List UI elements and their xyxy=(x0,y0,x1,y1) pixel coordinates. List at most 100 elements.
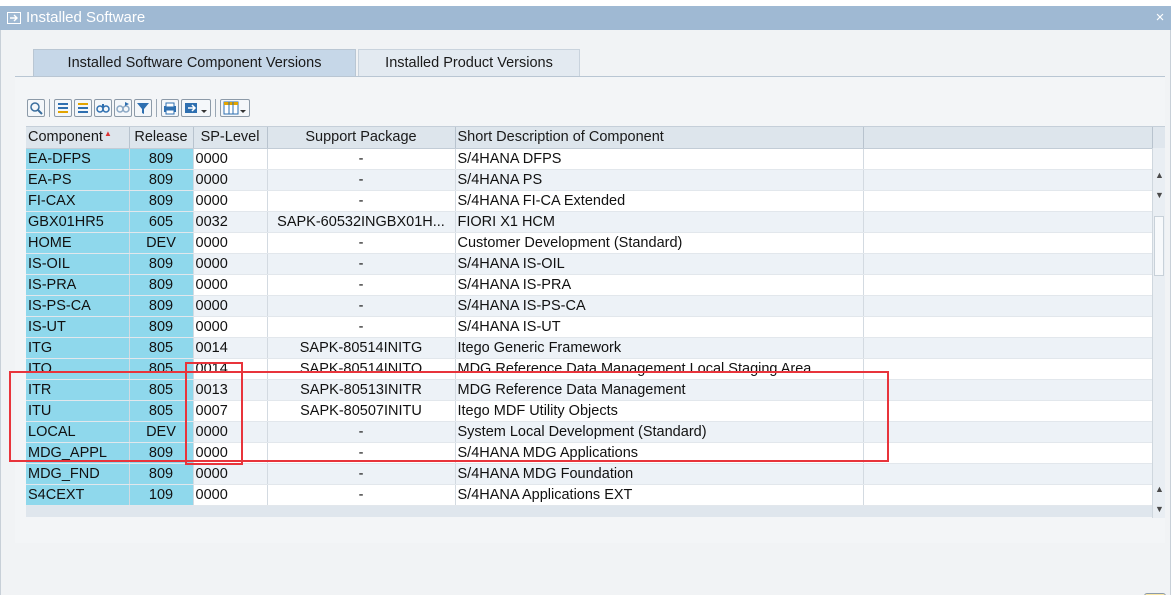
cell-release[interactable]: 809 xyxy=(129,442,194,464)
cell-support-package[interactable]: SAPK-60532INGBX01H... xyxy=(267,211,456,233)
cell-sp-level[interactable]: 0013 xyxy=(193,379,268,401)
cell-sp-level[interactable]: 0000 xyxy=(193,316,268,338)
cell-description[interactable]: S/4HANA FI-CA Extended xyxy=(455,190,864,212)
cell-description[interactable]: S/4HANA IS-PS-CA xyxy=(455,295,864,317)
cell-empty[interactable] xyxy=(863,211,1153,233)
cell-release[interactable]: 809 xyxy=(129,253,194,275)
cell-component[interactable]: FI-CAX xyxy=(26,190,130,212)
cell-release[interactable]: 809 xyxy=(129,316,194,338)
cell-sp-level[interactable]: 0000 xyxy=(193,484,268,506)
filter-icon[interactable] xyxy=(134,99,152,117)
find-next-icon[interactable] xyxy=(114,99,132,117)
table-row[interactable]: S4CEXT 109 0000- S/4HANA Applications EXT xyxy=(26,484,1153,506)
cell-release[interactable]: 109 xyxy=(129,484,194,506)
cell-description[interactable]: S/4HANA IS-PRA xyxy=(455,274,864,296)
table-row[interactable]: ITO 805 0014 SAPK-80514INITO MDG Reference D… xyxy=(26,358,1153,380)
cell-empty[interactable] xyxy=(863,484,1153,506)
cell-support-package[interactable]: - xyxy=(267,463,456,485)
cell-support-package[interactable]: - xyxy=(267,442,456,464)
cell-empty[interactable] xyxy=(863,274,1153,296)
cell-empty[interactable] xyxy=(863,148,1153,170)
cell-component[interactable]: ITG xyxy=(26,337,130,359)
cell-sp-level[interactable]: 0000 xyxy=(193,295,268,317)
table-row[interactable]: FI-CAX 809 0000- S/4HANA FI-CA Extended xyxy=(26,190,1153,212)
cell-support-package[interactable]: SAPK-80514INITO xyxy=(267,358,456,380)
cell-support-package[interactable]: - xyxy=(267,169,456,191)
cell-component[interactable]: MDG_FND xyxy=(26,463,130,485)
cell-release[interactable]: 809 xyxy=(129,190,194,212)
tab-component-versions[interactable]: Installed Software Component Versions xyxy=(33,49,356,76)
cell-description[interactable]: S/4HANA MDG Applications xyxy=(455,442,864,464)
table-row[interactable]: IS-PRA 809 0000- S/4HANA IS-PRA xyxy=(26,274,1153,296)
table-row[interactable]: MDG_FND 809 0000- S/4HANA MDG Foundation xyxy=(26,463,1153,485)
cell-component[interactable]: ITU xyxy=(26,400,130,422)
cell-empty[interactable] xyxy=(863,400,1153,422)
cell-sp-level[interactable]: 0000 xyxy=(193,253,268,275)
cell-support-package[interactable]: - xyxy=(267,274,456,296)
table-row[interactable]: ITU 805 0007 SAPK-80507INITU Itego MDF Utili… xyxy=(26,400,1153,422)
cell-release[interactable]: 809 xyxy=(129,169,194,191)
cell-component[interactable]: IS-PS-CA xyxy=(26,295,130,317)
layout-icon[interactable] xyxy=(220,99,250,117)
cell-component[interactable]: IS-OIL xyxy=(26,253,130,275)
table-row[interactable]: IS-OIL 809 0000- S/4HANA IS-OIL xyxy=(26,253,1153,275)
cell-sp-level[interactable]: 0000 xyxy=(193,442,268,464)
table-row[interactable]: ITR 805 0013 SAPK-80513INITR MDG Reference D… xyxy=(26,379,1153,401)
cell-empty[interactable] xyxy=(863,253,1153,275)
cell-component[interactable]: MDG_APPL xyxy=(26,442,130,464)
table-row[interactable]: IS-PS-CA 809 0000- S/4HANA IS-PS-CA xyxy=(26,295,1153,317)
scroll-down-icon[interactable]: ▼ xyxy=(1153,502,1166,516)
cell-empty[interactable] xyxy=(863,442,1153,464)
cell-component[interactable]: EA-PS xyxy=(26,169,130,191)
cell-release[interactable]: 809 xyxy=(129,295,194,317)
cell-empty[interactable] xyxy=(863,463,1153,485)
cell-sp-level[interactable]: 0000 xyxy=(193,421,268,443)
cell-empty[interactable] xyxy=(863,190,1153,212)
cell-release[interactable]: 809 xyxy=(129,463,194,485)
scroll-up-icon[interactable]: ▲ xyxy=(1153,168,1166,182)
table-row[interactable]: ITG 805 0014 SAPK-80514INITG Itego Generic F… xyxy=(26,337,1153,359)
cell-release[interactable]: DEV xyxy=(129,232,194,254)
export-icon[interactable] xyxy=(181,99,211,117)
cell-description[interactable]: S/4HANA DFPS xyxy=(455,148,864,170)
table-row[interactable]: EA-DFPS 809 0000- S/4HANA DFPS xyxy=(26,148,1153,170)
vertical-scrollbar[interactable]: ▲ ▼ ▲ ▼ xyxy=(1152,148,1165,518)
tab-product-versions[interactable]: Installed Product Versions xyxy=(358,49,580,76)
cell-sp-level[interactable]: 0000 xyxy=(193,190,268,212)
table-row[interactable]: MDG_APPL 809 0000- S/4HANA MDG Applications xyxy=(26,442,1153,464)
scroll-up-icon[interactable]: ▲ xyxy=(1153,482,1166,496)
cell-description[interactable]: Customer Development (Standard) xyxy=(455,232,864,254)
table-row[interactable]: IS-UT 809 0000- S/4HANA IS-UT xyxy=(26,316,1153,338)
sort-descending-icon[interactable] xyxy=(74,99,92,117)
cell-sp-level[interactable]: 0032 xyxy=(193,211,268,233)
cell-component[interactable]: IS-UT xyxy=(26,316,130,338)
column-header-support-package[interactable]: Support Package xyxy=(267,127,456,149)
cell-component[interactable]: EA-DFPS xyxy=(26,148,130,170)
table-row[interactable]: EA-PS 809 0000- S/4HANA PS xyxy=(26,169,1153,191)
cell-release[interactable]: 805 xyxy=(129,379,194,401)
cell-sp-level[interactable]: 0014 xyxy=(193,337,268,359)
cell-description[interactable]: MDG Reference Data Management Local Stag… xyxy=(455,358,864,380)
sort-ascending-icon[interactable] xyxy=(54,99,72,117)
cell-component[interactable]: HOME xyxy=(26,232,130,254)
cell-description[interactable]: S/4HANA PS xyxy=(455,169,864,191)
cell-support-package[interactable]: - xyxy=(267,148,456,170)
cell-empty[interactable] xyxy=(863,337,1153,359)
cell-release[interactable]: 605 xyxy=(129,211,194,233)
close-button[interactable]: × xyxy=(1151,9,1169,27)
cell-sp-level[interactable]: 0000 xyxy=(193,463,268,485)
cell-release[interactable]: DEV xyxy=(129,421,194,443)
cell-description[interactable]: S/4HANA MDG Foundation xyxy=(455,463,864,485)
cell-component[interactable]: GBX01HR5 xyxy=(26,211,130,233)
cell-description[interactable]: Itego Generic Framework xyxy=(455,337,864,359)
cell-empty[interactable] xyxy=(863,232,1153,254)
scroll-down-icon[interactable]: ▼ xyxy=(1153,188,1166,202)
cell-support-package[interactable]: - xyxy=(267,253,456,275)
cell-component[interactable]: IS-PRA xyxy=(26,274,130,296)
column-header-sp-level[interactable]: SP-Level xyxy=(193,127,268,149)
cell-support-package[interactable]: SAPK-80513INITR xyxy=(267,379,456,401)
table-row[interactable]: LOCAL DEV 0000- System Local Development (S… xyxy=(26,421,1153,443)
cell-release[interactable]: 809 xyxy=(129,148,194,170)
cell-description[interactable]: FIORI X1 HCM xyxy=(455,211,864,233)
table-row[interactable]: GBX01HR5 605 0032 SAPK-60532INGBX01H... FIOR… xyxy=(26,211,1153,233)
